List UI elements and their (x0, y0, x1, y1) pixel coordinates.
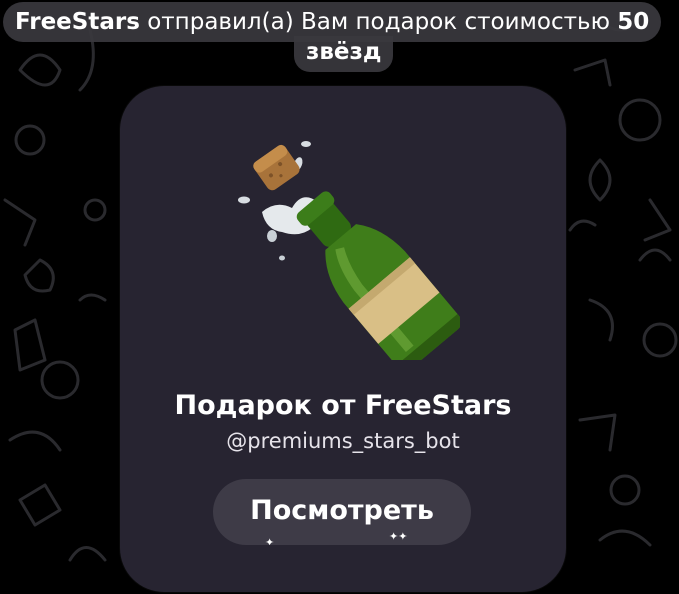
view-gift-button-label: Посмотреть (250, 495, 434, 526)
gift-card[interactable]: Подарок от FreeStars @premiums_stars_bot… (120, 86, 566, 592)
banner-amount: 50 (617, 9, 650, 35)
gift-bot-username[interactable]: @premiums_stars_bot (120, 426, 566, 456)
champagne-bottle-icon (220, 140, 462, 372)
banner-sender: FreeStars (15, 9, 140, 35)
sparkle-icon: ✦ (265, 536, 275, 545)
banner-line-2: звёзд (294, 36, 394, 72)
gift-title: Подарок от FreeStars (174, 390, 512, 421)
banner-unit: звёзд (306, 39, 382, 65)
chat-screen: FreeStars отправил(а) Вам подарок стоимо… (0, 0, 679, 594)
view-gift-button[interactable]: Посмотреть ✦ ✦✦ (213, 479, 471, 545)
sparkle-icon: ✦✦ (389, 530, 408, 543)
gift-service-banner: FreeStars отправил(а) Вам подарок стоимо… (0, 0, 679, 76)
banner-text: отправил(а) Вам подарок стоимостью (139, 9, 618, 35)
